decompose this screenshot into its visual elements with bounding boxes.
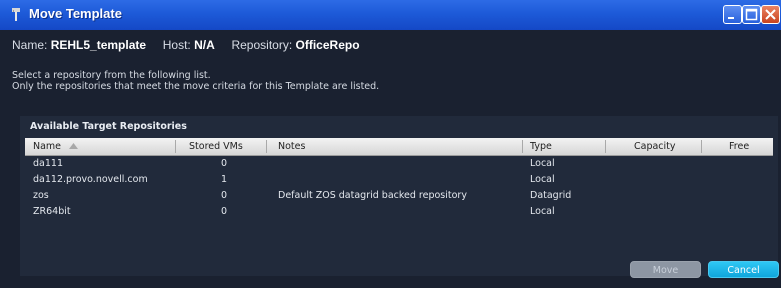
table-row[interactable]: ZR64bit 0 Local: [25, 204, 773, 220]
stored-vms: 0: [221, 190, 228, 201]
column-header-capacity[interactable]: Capacity: [634, 138, 676, 155]
repository-value: OfficeRepo: [295, 38, 360, 52]
repo-name: ZR64bit: [33, 206, 71, 217]
minimize-icon: [728, 17, 734, 19]
column-header-type[interactable]: Type: [530, 138, 552, 155]
close-button[interactable]: [761, 5, 780, 24]
instructions: Select a repository from the following l…: [12, 70, 379, 92]
template-name: REHL5_template: [50, 38, 147, 52]
table-row[interactable]: da111 0 Local: [25, 156, 773, 172]
stored-vms: 0: [221, 158, 228, 169]
repo-name: zos: [33, 190, 49, 201]
table-row[interactable]: zos 0 Default ZOS datagrid backed reposi…: [25, 188, 773, 204]
app-icon: [10, 7, 22, 23]
repo-type: Local: [530, 174, 555, 185]
host-value: N/A: [194, 38, 215, 52]
move-template-dialog: Move Template Name: REHL5_template Host:…: [0, 0, 781, 288]
name-label: Name:: [12, 38, 48, 52]
window-title: Move Template: [29, 6, 122, 21]
column-header-free[interactable]: Free: [729, 138, 749, 155]
minimize-button[interactable]: [723, 5, 742, 24]
repo-name: da111: [33, 158, 63, 169]
repo-type: Datagrid: [530, 190, 572, 201]
column-header-notes[interactable]: Notes: [278, 138, 305, 155]
sort-ascending-icon: [69, 138, 79, 155]
repository-list: da111 0 Local da112.provo.novell.com 1 L…: [25, 156, 773, 220]
panel-title: Available Target Repositories: [30, 121, 187, 132]
repo-type: Local: [530, 158, 555, 169]
column-header-stored-vms[interactable]: Stored VMs: [189, 138, 243, 155]
table-row[interactable]: da112.provo.novell.com 1 Local: [25, 172, 773, 188]
stored-vms: 0: [221, 206, 228, 217]
close-icon: [765, 9, 776, 20]
instruction-line-2: Only the repositories that meet the move…: [12, 81, 380, 92]
move-button[interactable]: Move: [630, 261, 701, 278]
instruction-line-1: Select a repository from the following l…: [12, 70, 211, 81]
stored-vms: 1: [221, 174, 228, 185]
maximize-icon: [745, 8, 758, 21]
host-label: Host:: [162, 38, 191, 52]
maximize-button[interactable]: [742, 5, 761, 24]
title-bar[interactable]: Move Template: [0, 0, 781, 30]
template-info: Name: REHL5_template Host: N/A Repositor…: [12, 38, 360, 54]
repo-notes: Default ZOS datagrid backed repository: [278, 190, 467, 201]
repo-name: da112.provo.novell.com: [33, 174, 148, 185]
table-header: Name Stored VMs Notes Type Capacity Free: [25, 138, 773, 156]
repository-label: Repository:: [231, 38, 293, 52]
column-header-name[interactable]: Name: [33, 138, 79, 155]
repo-type: Local: [530, 206, 555, 217]
cancel-button[interactable]: Cancel: [708, 261, 779, 278]
